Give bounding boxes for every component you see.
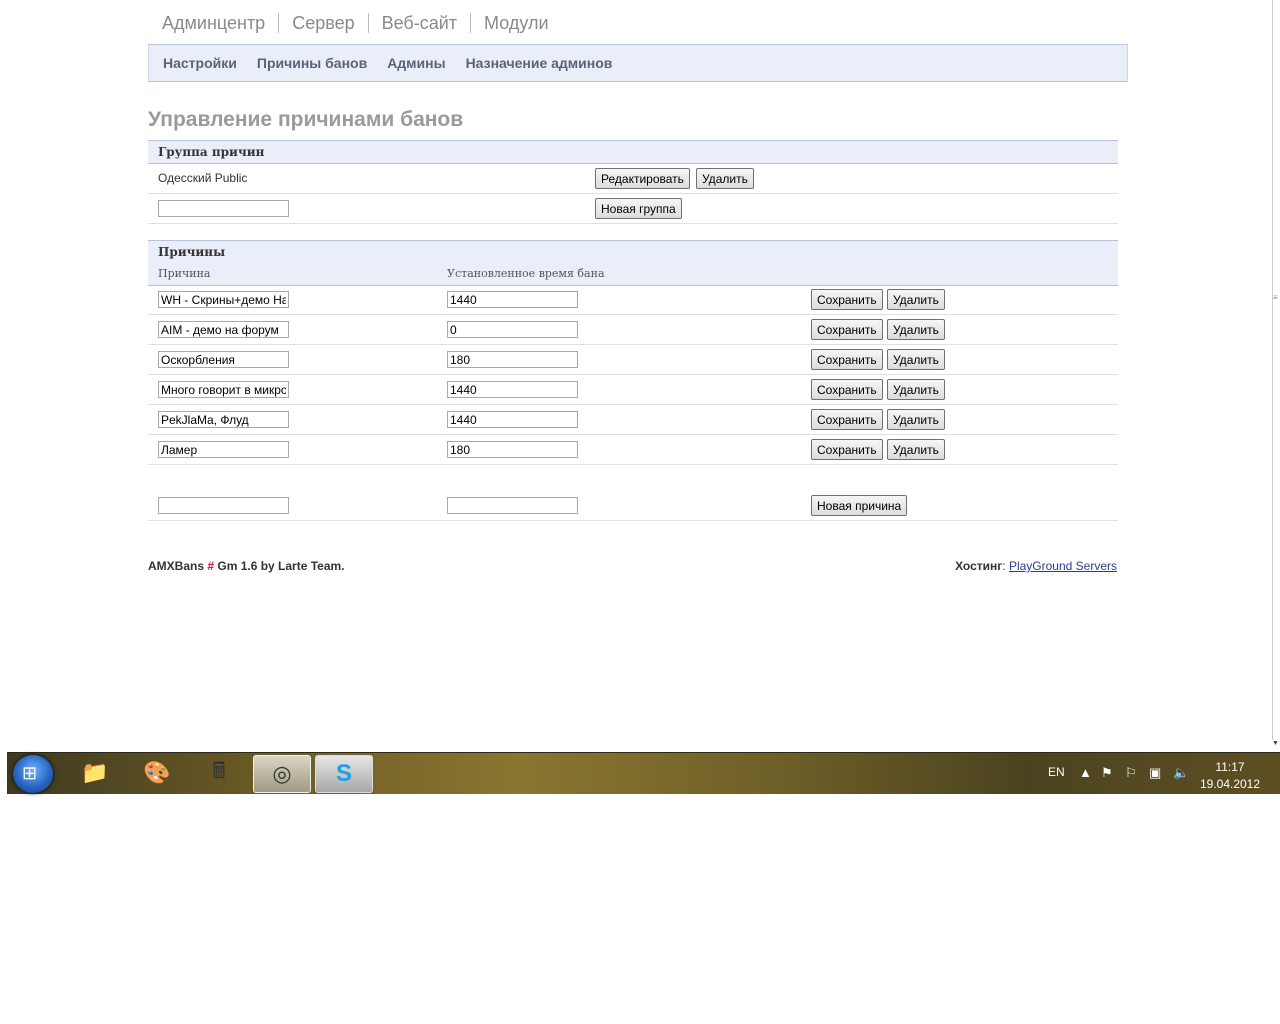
system-clock[interactable]: 11:17 19.04.2012 [1195, 759, 1265, 793]
save-reason-button[interactable]: Сохранить [811, 349, 883, 370]
group-panel-title: Группа причин [158, 145, 265, 159]
volume-icon[interactable]: 🔈 [1173, 765, 1189, 781]
network-icon[interactable]: ▣ [1149, 765, 1161, 781]
paint-icon[interactable]: 🎨 [129, 755, 185, 791]
reason-input[interactable] [158, 411, 289, 428]
new-reason-row: Новая причина [148, 491, 1118, 521]
scrollbar-grip-icon: ≡ [1273, 293, 1278, 302]
show-hidden-icons-icon[interactable]: ▲ [1079, 765, 1092, 780]
clock-time: 11:17 [1215, 760, 1245, 774]
save-reason-button[interactable]: Сохранить [811, 319, 883, 340]
ban-time-input[interactable] [447, 441, 578, 458]
reason-row: СохранитьУдалить [148, 435, 1118, 465]
footer-hosting: Хостинг: PlayGround Servers [955, 559, 1117, 573]
page-title: Управление причинами банов [148, 108, 464, 131]
file-explorer-icon[interactable]: 📁 [67, 755, 123, 791]
save-reason-button[interactable]: Сохранить [811, 379, 883, 400]
delete-reason-button[interactable]: Удалить [887, 409, 945, 430]
edit-group-button[interactable]: Редактировать [595, 168, 690, 189]
footer-credits: AMXBans # Gm 1.6 by Larte Team. [148, 559, 345, 573]
chrome-icon[interactable]: ◎ [253, 755, 311, 793]
delete-reason-button[interactable]: Удалить [887, 319, 945, 340]
hosting-label: Хостинг [955, 559, 1003, 573]
browser-page: Админцентр Сервер Веб-сайт Модули Настро… [0, 0, 1270, 752]
action-center-icon[interactable]: ⚑ [1101, 765, 1113, 781]
language-indicator[interactable]: EN [1048, 765, 1065, 779]
subnav-settings[interactable]: Настройки [163, 55, 237, 71]
column-reason: Причина [158, 267, 211, 280]
delete-reason-button[interactable]: Удалить [887, 439, 945, 460]
topnav-server[interactable]: Сервер [278, 13, 367, 33]
reasons-panel-header: Причины Причина Установленное время бана [148, 240, 1118, 286]
reasons-panel-title: Причины [158, 245, 226, 259]
subnav-assign-admins[interactable]: Назначение админов [466, 55, 613, 71]
reason-row: СохранитьУдалить [148, 375, 1118, 405]
footer-credit-a: AMXBans [148, 559, 208, 573]
topnav-admincenter[interactable]: Админцентр [162, 13, 278, 33]
flag-icon[interactable]: ⚐ [1125, 765, 1137, 781]
scrollbar-thumb[interactable] [1272, 0, 1278, 740]
reason-input[interactable] [158, 291, 289, 308]
topnav-modules[interactable]: Модули [470, 13, 561, 33]
reason-row: СохранитьУдалить [148, 315, 1118, 345]
subnav-admins[interactable]: Админы [387, 55, 445, 71]
top-nav: Админцентр Сервер Веб-сайт Модули [162, 10, 562, 36]
taskbar: ⊞ 📁 🎨 🖩 ◎ S EN ▲ ⚑ ⚐ ▣ 🔈 11:17 19.04.201… [7, 752, 1280, 794]
scroll-down-arrow-icon[interactable]: ▼ [1272, 740, 1279, 747]
hosting-sep: : [1002, 559, 1009, 573]
group-name: Одесский Public [158, 171, 248, 185]
reason-input[interactable] [158, 351, 289, 368]
ban-time-input[interactable] [447, 291, 578, 308]
reason-row: СохранитьУдалить [148, 285, 1118, 315]
reason-input[interactable] [158, 321, 289, 338]
group-panel-header: Группа причин [148, 140, 1118, 164]
reason-row: СохранитьУдалить [148, 405, 1118, 435]
group-row: Одесский Public Редактировать Удалить [148, 164, 1118, 194]
save-reason-button[interactable]: Сохранить [811, 439, 883, 460]
windows-start-icon[interactable]: ⊞ [13, 755, 53, 793]
new-reason-button[interactable]: Новая причина [811, 495, 908, 516]
new-group-button[interactable]: Новая группа [595, 198, 682, 219]
footer-credit-b: Gm 1.6 by Larte Team. [214, 559, 345, 573]
delete-reason-button[interactable]: Удалить [887, 379, 945, 400]
delete-reason-button[interactable]: Удалить [887, 289, 945, 310]
new-group-row: Новая группа [148, 194, 1118, 224]
delete-group-button[interactable]: Удалить [696, 168, 754, 189]
reason-row: СохранитьУдалить [148, 345, 1118, 375]
vertical-scrollbar[interactable]: ≡ ▼ [1270, 0, 1280, 752]
column-ban-time: Установленное время бана [447, 267, 605, 280]
ban-time-input[interactable] [447, 411, 578, 428]
new-reason-input[interactable] [158, 497, 289, 514]
skype-icon[interactable]: S [315, 755, 373, 793]
hosting-link[interactable]: PlayGround Servers [1009, 559, 1117, 573]
save-reason-button[interactable]: Сохранить [811, 289, 883, 310]
ban-time-input[interactable] [447, 351, 578, 368]
ban-time-input[interactable] [447, 321, 578, 338]
delete-reason-button[interactable]: Удалить [887, 349, 945, 370]
new-group-input[interactable] [158, 200, 289, 217]
reason-input[interactable] [158, 441, 289, 458]
clock-date: 19.04.2012 [1199, 777, 1261, 791]
reason-input[interactable] [158, 381, 289, 398]
calculator-icon[interactable]: 🖩 [191, 755, 247, 791]
new-time-input[interactable] [447, 497, 578, 514]
topnav-website[interactable]: Веб-сайт [367, 13, 470, 33]
subnav-ban-reasons[interactable]: Причины банов [257, 55, 367, 71]
save-reason-button[interactable]: Сохранить [811, 409, 883, 430]
ban-time-input[interactable] [447, 381, 578, 398]
sub-nav: Настройки Причины банов Админы Назначени… [148, 44, 1128, 82]
